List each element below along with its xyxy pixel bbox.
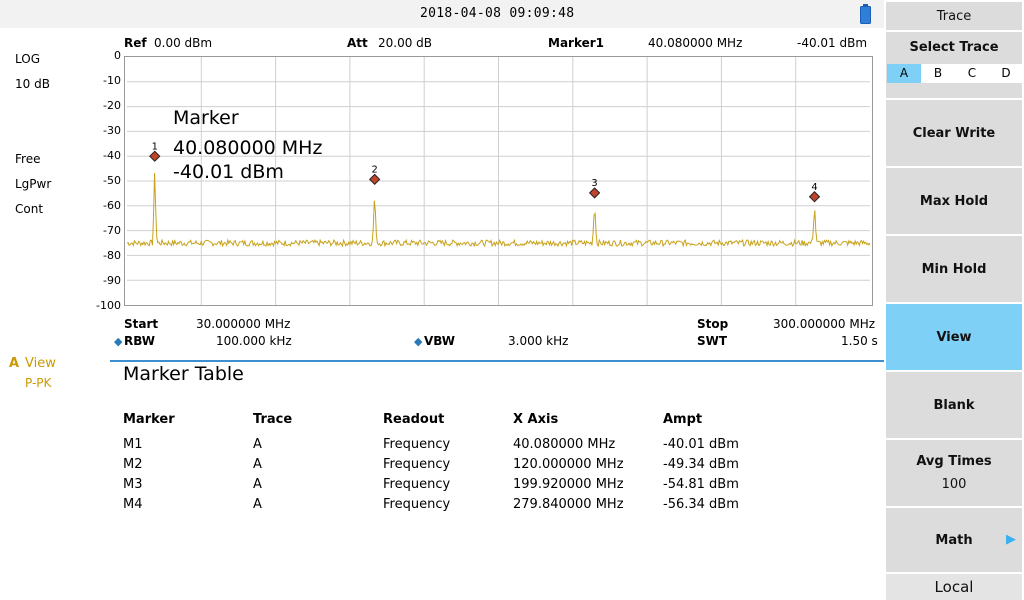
table-cell: 120.000000 MHz [513,457,624,472]
marker-table-title: Marker Table [123,363,244,385]
blank-button[interactable]: Blank [886,372,1022,438]
rbw-label: RBW [124,334,155,348]
table-header: Readout [383,412,445,427]
table-cell: Frequency [383,437,451,452]
swt-label: SWT [697,334,728,348]
avg-times-value: 100 [941,477,967,492]
table-cell: M4 [123,497,143,512]
y-tick-label: -80 [103,249,121,262]
table-cell: -40.01 dBm [663,437,739,452]
marker-point [149,150,161,162]
menu-title: Trace [886,2,1022,30]
avg-times-button[interactable]: Avg Times 100 [886,440,1022,506]
table-cell: 40.080000 MHz [513,437,616,452]
trace-option-d[interactable]: D [989,64,1023,83]
marker-point [808,191,821,203]
scale-div: 10 dB [15,77,50,91]
softkey-panel: Trace Select Trace ABCD Clear Write Max … [884,0,1024,600]
select-trace-label: Select Trace [909,40,999,55]
y-tick-label: -10 [103,74,121,87]
vbw-value: 3.000 kHz [508,334,569,348]
date-time: 2018-04-08 09:09:48 [420,6,575,21]
stop-value: 300.000000 MHz [773,317,876,331]
y-tick-label: -70 [103,224,121,237]
table-cell: Frequency [383,457,451,472]
table-cell: A [253,497,262,512]
marker-point [369,173,381,186]
y-tick-label: -50 [103,174,121,187]
clear-write-button[interactable]: Clear Write [886,100,1022,166]
table-header: X Axis [513,412,559,427]
trace-option-a[interactable]: A [887,64,921,83]
table-cell: -56.34 dBm [663,497,739,512]
local-button[interactable]: Local [886,574,1022,600]
table-header: Marker [123,412,175,427]
table-cell: A [253,437,262,452]
table-cell: M3 [123,477,143,492]
y-tick-label: -100 [96,299,121,312]
y-tick-label: -20 [103,99,121,112]
scale-type: LOG [15,52,41,66]
marker-readout-freq: 40.080000 MHz [173,137,323,159]
max-hold-button[interactable]: Max Hold [886,168,1022,234]
table-cell: M1 [123,437,143,452]
table-cell: A [253,477,262,492]
avg-times-label: Avg Times [916,454,992,469]
att-value: 20.00 dB [378,36,433,50]
trace-mode: View [25,356,56,371]
y-tick-label: -40 [103,149,121,162]
marker-number-label: 2 [372,164,378,175]
table-cell: 199.920000 MHz [513,477,624,492]
view-button[interactable]: View [886,304,1022,370]
ref-label: Ref [124,36,147,50]
vbw-coupled-icon: ◆ [414,335,423,348]
y-tick-label: 0 [114,49,121,62]
table-cell: -54.81 dBm [663,477,739,492]
att-label: Att [347,36,368,50]
min-hold-button[interactable]: Min Hold [886,236,1022,302]
trace-letter: A [9,356,20,371]
y-tick-label: -90 [103,274,121,287]
start-label: Start [124,317,159,331]
marker-readout-ampl: -40.01 dBm [173,161,284,183]
table-cell: 279.840000 MHz [513,497,624,512]
y-tick-label: -30 [103,124,121,137]
vbw-label: VBW [424,334,456,348]
swt-value: 1.50 s [841,334,878,348]
table-cell: Frequency [383,477,451,492]
battery-icon [860,4,871,24]
submenu-arrow-icon: ▶ [1006,532,1016,547]
table-header: Ampt [663,412,703,427]
marker-number-label: 1 [152,141,158,152]
rbw-coupled-icon: ◆ [114,335,123,348]
table-cell: Frequency [383,497,451,512]
marker-number-label: 3 [591,178,597,189]
rbw-value: 100.000 kHz [216,334,292,348]
table-header: Trace [253,412,293,427]
marker-ampl: -40.01 dBm [797,36,868,50]
section-divider [110,360,884,362]
math-label: Math [935,532,973,548]
table-cell: A [253,457,262,472]
marker-readout-title: Marker [173,107,239,129]
status-bar: 2018-04-08 09:09:48 [0,0,884,28]
marker-point [588,187,601,199]
trace-detector: P-PK [25,376,52,390]
detector-mode: LgPwr [15,177,52,191]
stop-label: Stop [697,317,729,331]
y-tick-label: -60 [103,199,121,212]
ref-value: 0.00 dBm [154,36,213,50]
sweep-mode: Cont [15,202,44,216]
math-button[interactable]: Math ▶ [886,508,1022,572]
table-cell: -49.34 dBm [663,457,739,472]
marker-label: Marker1 [548,36,605,50]
marker-number-label: 4 [811,182,817,193]
trace-option-c[interactable]: C [955,64,989,83]
start-value: 30.000000 MHz [196,317,291,331]
marker-freq: 40.080000 MHz [648,36,743,50]
trace-option-b[interactable]: B [921,64,955,83]
table-cell: M2 [123,457,143,472]
trigger-mode: Free [15,152,41,166]
